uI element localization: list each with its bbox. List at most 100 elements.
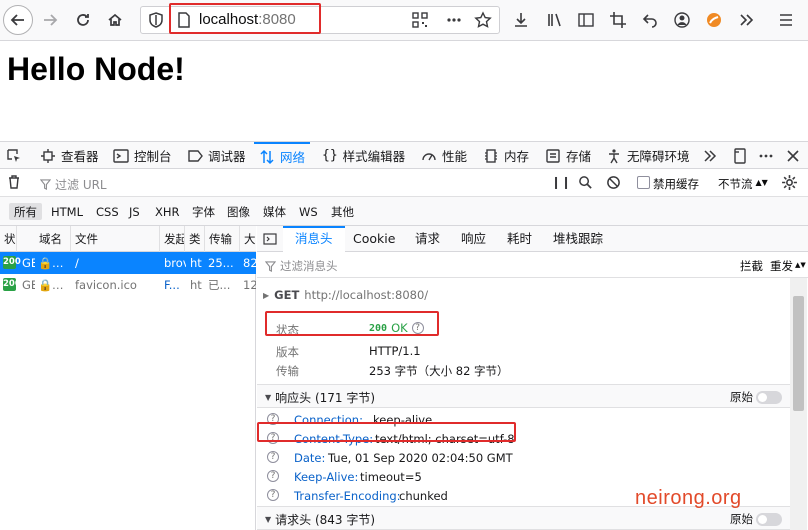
- throttle-select[interactable]: 不节流 ▲▼: [718, 176, 768, 192]
- forward-button[interactable]: [35, 5, 65, 35]
- type-filter-other[interactable]: 其他: [326, 203, 359, 220]
- extension-icon[interactable]: [704, 10, 724, 30]
- reload-button[interactable]: [68, 5, 98, 35]
- column-domain[interactable]: 域名: [35, 226, 71, 252]
- network-settings-button[interactable]: [781, 174, 798, 194]
- type-filter-images[interactable]: 图像: [222, 203, 255, 220]
- url-highlight-box: [169, 3, 321, 34]
- close-devtools-button[interactable]: [785, 142, 801, 169]
- block-requests-button[interactable]: [606, 175, 621, 193]
- clear-requests-button[interactable]: [6, 174, 22, 193]
- request-transferred: 已...: [208, 278, 231, 292]
- tab-style-editor[interactable]: {} 样式编辑器: [322, 142, 405, 169]
- type-filter-css[interactable]: CSS: [91, 203, 124, 220]
- pause-button[interactable]: ❙❙: [551, 175, 571, 189]
- tab-headers[interactable]: 消息头: [283, 226, 345, 252]
- request-summary-line[interactable]: ▶ GET http://localhost:8080/: [263, 288, 428, 302]
- tab-network[interactable]: 网络: [254, 142, 311, 169]
- dock-toggle-button[interactable]: [732, 142, 748, 169]
- disable-cache-checkbox[interactable]: [637, 176, 650, 189]
- trash-icon: [9, 175, 19, 189]
- tab-accessibility[interactable]: 无障碍环境: [606, 142, 690, 169]
- element-picker-button[interactable]: [6, 142, 22, 169]
- tab-debugger[interactable]: 调试器: [187, 142, 246, 169]
- response-headers-section-header[interactable]: ▼ 响应头 (171 字节) 原始: [257, 384, 793, 408]
- devtools-panel: 查看器 控制台 调试器 网络 {} 样式编辑器 性能 内存 存储 无障碍环境 过…: [0, 141, 808, 530]
- raw-toggle[interactable]: [756, 513, 782, 526]
- tab-response[interactable]: 响应: [461, 226, 486, 252]
- column-file[interactable]: 文件: [71, 226, 160, 252]
- more-tools-button[interactable]: [702, 142, 718, 169]
- type-filter-all[interactable]: 所有: [9, 203, 42, 220]
- accessibility-icon: [609, 148, 619, 163]
- tab-performance[interactable]: 性能: [421, 142, 467, 169]
- type-filter-xhr[interactable]: XHR: [150, 203, 185, 220]
- header-value: timeout=5: [360, 470, 422, 484]
- type-filter-js[interactable]: JS: [124, 203, 145, 220]
- tab-memory[interactable]: 内存: [483, 142, 529, 169]
- filter-url-input[interactable]: 过滤 URL: [40, 176, 107, 193]
- type-filter-fonts[interactable]: 字体: [187, 203, 220, 220]
- qr-code-icon[interactable]: [410, 10, 430, 30]
- lock-icon: 🔒: [38, 278, 50, 292]
- watermark-text: neirong.org: [635, 487, 742, 509]
- resend-button[interactable]: 重发 ▲▼: [770, 258, 806, 274]
- scrollbar-thumb[interactable]: [793, 296, 804, 411]
- back-button[interactable]: [3, 5, 33, 35]
- undo-arrow-icon[interactable]: [640, 10, 660, 30]
- help-icon[interactable]: ?: [267, 470, 279, 482]
- tab-storage[interactable]: 存储: [545, 142, 591, 169]
- transfer-value: 253 字节（大小 82 字节）: [369, 364, 509, 378]
- request-size: 12: [243, 278, 256, 292]
- type-filter-media[interactable]: 媒体: [258, 203, 291, 220]
- chevron-double-right-icon: [704, 149, 717, 162]
- triangle-right-icon: ▶: [263, 290, 270, 300]
- sidebar-icon[interactable]: [576, 10, 596, 30]
- request-row[interactable]: 200 GE 🔒 … / brov ht 25... 82: [0, 252, 256, 274]
- triangle-down-icon: ▼: [265, 393, 272, 402]
- page-heading: Hello Node!: [7, 51, 185, 87]
- shield-icon[interactable]: [146, 10, 166, 30]
- block-request-button[interactable]: 拦截: [740, 258, 763, 274]
- filter-headers-input[interactable]: 过滤消息头: [265, 258, 338, 274]
- overflow-chevron-icon[interactable]: [736, 10, 756, 30]
- toggle-panel-button[interactable]: [263, 232, 277, 249]
- account-icon[interactable]: [672, 10, 692, 30]
- status-badge: 200: [3, 256, 21, 269]
- status-highlight-box: [265, 311, 439, 336]
- arrow-right-icon: [44, 14, 58, 26]
- request-method: GE: [22, 256, 35, 270]
- type-filter-ws[interactable]: WS: [294, 203, 323, 220]
- library-icon[interactable]: [545, 10, 565, 30]
- tab-inspector[interactable]: 查看器: [40, 142, 99, 169]
- more-horizontal-icon[interactable]: [444, 10, 464, 30]
- download-icon[interactable]: [511, 10, 531, 30]
- tab-stack-trace[interactable]: 堆栈跟踪: [553, 226, 603, 252]
- column-transferred[interactable]: 传输: [205, 226, 240, 252]
- column-size[interactable]: 大: [240, 226, 256, 252]
- raw-toggle[interactable]: [756, 391, 782, 404]
- request-type: ht: [190, 256, 202, 270]
- menu-hamburger-icon[interactable]: [776, 10, 796, 30]
- search-button[interactable]: [578, 175, 593, 193]
- devtools-menu-button[interactable]: [758, 142, 774, 169]
- type-filter-html[interactable]: HTML: [46, 203, 88, 220]
- tab-request[interactable]: 请求: [415, 226, 440, 252]
- tab-cookies[interactable]: Cookie: [353, 226, 395, 252]
- version-value: HTTP/1.1: [369, 344, 421, 358]
- tab-console[interactable]: 控制台: [113, 142, 172, 169]
- details-scrollbar[interactable]: [790, 278, 807, 530]
- column-status[interactable]: 状: [0, 226, 17, 252]
- request-domain: …: [52, 278, 64, 292]
- search-icon: [579, 176, 592, 189]
- crop-screenshot-icon[interactable]: [608, 10, 628, 30]
- column-initiator[interactable]: 发起: [160, 226, 185, 252]
- help-icon[interactable]: ?: [267, 489, 279, 501]
- tab-timings[interactable]: 耗时: [507, 226, 532, 252]
- header-name: Keep-Alive:: [294, 470, 359, 484]
- column-type[interactable]: 类: [185, 226, 205, 252]
- bookmark-star-icon[interactable]: [473, 10, 493, 30]
- request-row[interactable]: 200 GE 🔒 … favicon.ico F... ht 已... 12: [0, 274, 256, 296]
- help-icon[interactable]: ?: [267, 451, 279, 463]
- home-button[interactable]: [100, 5, 130, 35]
